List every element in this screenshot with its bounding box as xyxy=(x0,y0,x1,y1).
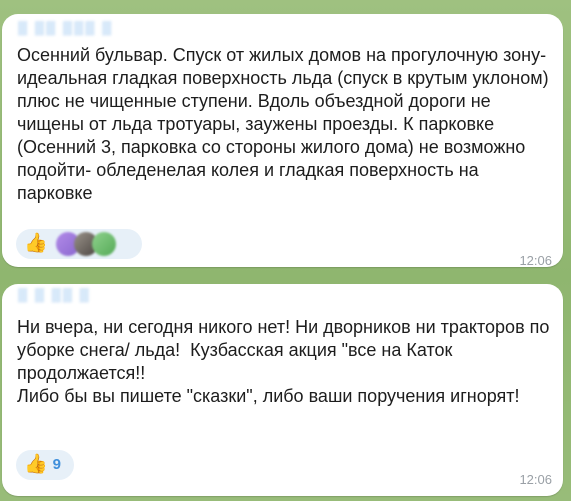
message-timestamp: 12:06 xyxy=(519,472,552,487)
message-bubble[interactable]: ▒ ▒ ▒▒ ▒ Ни вчера, ни сегодня никого нет… xyxy=(2,284,563,496)
message-bubble[interactable]: ▒ ▒▒ ▒▒▒ ▒ Осенний бульвар. Спуск от жил… xyxy=(2,14,563,268)
reaction-pill[interactable]: 👍 9 xyxy=(16,450,74,480)
message-text: Ни вчера, ни сегодня никого нет! Ни двор… xyxy=(17,317,550,406)
sender-name[interactable]: ▒ ▒ ▒▒ ▒ xyxy=(18,287,91,303)
reactor-avatar xyxy=(91,232,116,256)
reaction-count: 9 xyxy=(52,456,62,473)
message-timestamp: 12:06 xyxy=(519,253,552,268)
message-text: Осенний бульвар. Спуск от жилых домов на… xyxy=(17,45,554,203)
thumbs-up-icon: 👍 xyxy=(24,233,48,254)
thumbs-up-icon: 👍 xyxy=(24,454,48,475)
reaction-pill[interactable]: 👍 xyxy=(16,229,142,259)
sender-name[interactable]: ▒ ▒▒ ▒▒▒ ▒ xyxy=(18,20,113,36)
reactor-avatars xyxy=(55,232,116,256)
